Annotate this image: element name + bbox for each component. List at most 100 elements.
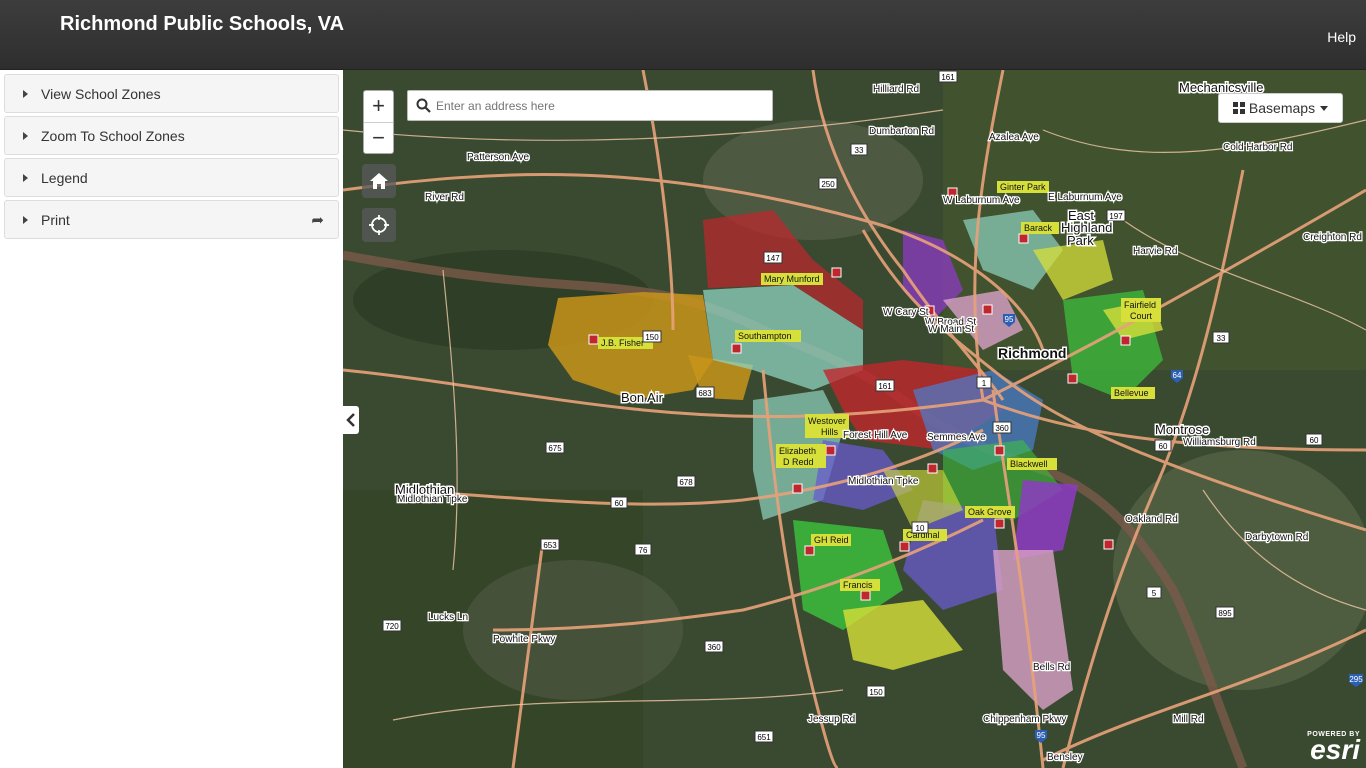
school-label-barack: Barack [1024, 223, 1053, 233]
svg-text:Patterson Ave: Patterson Ave [467, 152, 530, 163]
panel-legend[interactable]: Legend [4, 158, 339, 197]
svg-text:161: 161 [878, 382, 892, 391]
svg-text:150: 150 [869, 688, 883, 697]
svg-text:95: 95 [1005, 315, 1014, 324]
address-search-input[interactable] [436, 95, 766, 117]
svg-text:60: 60 [1310, 436, 1319, 445]
svg-text:295: 295 [1349, 675, 1363, 684]
panel-print[interactable]: Print ➦ [4, 200, 339, 239]
svg-text:Bon Air: Bon Air [621, 390, 664, 405]
svg-text:Hilliard Rd: Hilliard Rd [873, 84, 919, 95]
address-search [407, 90, 773, 121]
svg-text:Court: Court [1130, 311, 1153, 321]
svg-text:Bensley: Bensley [1047, 752, 1083, 763]
svg-text:651: 651 [757, 733, 771, 742]
panel-zoom-to-school-zones[interactable]: Zoom To School Zones [4, 116, 339, 155]
school-label-bellevue: Bellevue [1114, 388, 1149, 398]
svg-text:Azalea Ave: Azalea Ave [989, 132, 1039, 143]
svg-text:150: 150 [645, 333, 659, 342]
svg-text:Powhite Pkwy: Powhite Pkwy [493, 634, 555, 645]
svg-text:64: 64 [1173, 371, 1182, 380]
svg-text:Harvie Rd: Harvie Rd [1133, 246, 1177, 257]
map-view[interactable]: J.B. Fisher Southampton Mary Munford Wes… [343, 70, 1366, 768]
school-label-southampton: Southampton [738, 331, 792, 341]
school-label-fairfield-court: Fairfield [1124, 300, 1156, 310]
svg-text:147: 147 [766, 254, 780, 263]
svg-text:Dumbarton Rd: Dumbarton Rd [869, 126, 934, 137]
svg-text:E Laburnum Ave: E Laburnum Ave [1048, 192, 1122, 203]
svg-text:Cold Harbor Rd: Cold Harbor Rd [1223, 142, 1292, 153]
svg-text:76: 76 [639, 546, 648, 555]
svg-text:Bells Rd: Bells Rd [1033, 662, 1070, 673]
app-title: Richmond Public Schools, VA [60, 13, 345, 35]
home-button[interactable] [362, 164, 396, 198]
crosshair-icon [369, 215, 389, 235]
basemaps-label: Basemaps [1248, 100, 1316, 116]
svg-text:1: 1 [982, 379, 987, 388]
school-label-blackwell: Blackwell [1010, 459, 1048, 469]
caret-right-icon [23, 89, 28, 98]
app-header: Richmond Public Schools, VA Help [0, 0, 1366, 70]
school-label-jb-fisher: J.B. Fisher [601, 338, 644, 348]
svg-text:W Laburnum Ave: W Laburnum Ave [943, 195, 1020, 206]
school-label-francis: Francis [843, 580, 873, 590]
chevron-left-icon [346, 413, 355, 427]
collapse-sidebar-button[interactable] [343, 406, 359, 434]
esri-logo: esri [1310, 734, 1360, 765]
basemaps-button[interactable]: Basemaps [1218, 93, 1343, 123]
svg-text:Williamsburg Rd: Williamsburg Rd [1183, 437, 1256, 448]
svg-text:Darbytown Rd: Darbytown Rd [1245, 532, 1308, 543]
svg-text:Oakland Rd: Oakland Rd [1125, 514, 1178, 525]
svg-text:161: 161 [941, 73, 955, 82]
svg-text:W Cary St: W Cary St [883, 307, 929, 318]
svg-text:Mill Rd: Mill Rd [1173, 714, 1204, 725]
esri-attribution: POWERED BY esri [1307, 731, 1360, 765]
search-icon[interactable] [416, 98, 431, 113]
svg-text:60: 60 [615, 499, 624, 508]
locate-button[interactable] [362, 208, 396, 242]
svg-text:360: 360 [995, 424, 1009, 433]
svg-text:678: 678 [679, 478, 693, 487]
panel-view-school-zones[interactable]: View School Zones [4, 74, 339, 113]
svg-text:360: 360 [707, 643, 721, 652]
svg-text:653: 653 [543, 541, 557, 550]
map-basemap: J.B. Fisher Southampton Mary Munford Wes… [343, 70, 1366, 768]
school-label-westover-hills: Westover [808, 416, 846, 426]
school-label-gh-reid: GH Reid [814, 535, 849, 545]
help-link[interactable]: Help [1327, 29, 1356, 45]
svg-text:250: 250 [821, 180, 835, 189]
panel-label: Zoom To School Zones [41, 127, 185, 144]
svg-text:Midlothian Tpke: Midlothian Tpke [848, 476, 919, 487]
svg-text:Montrose: Montrose [1155, 422, 1209, 437]
city-label-richmond: Richmond [998, 345, 1066, 361]
svg-text:Park: Park [1067, 233, 1094, 248]
caret-right-icon [23, 215, 28, 224]
svg-text:Jessup Rd: Jessup Rd [808, 714, 855, 725]
caret-right-icon [23, 173, 28, 182]
svg-text:683: 683 [698, 389, 712, 398]
chevron-down-icon [1320, 105, 1329, 111]
panel-label: Legend [41, 169, 88, 186]
svg-text:720: 720 [385, 622, 399, 631]
svg-text:95: 95 [1037, 731, 1046, 740]
svg-text:Chippenham Pkwy: Chippenham Pkwy [983, 714, 1066, 725]
svg-text:33: 33 [1217, 334, 1226, 343]
zoom-control: + − [363, 90, 394, 154]
svg-text:Hills: Hills [821, 427, 838, 437]
svg-text:Forest Hill Ave: Forest Hill Ave [843, 430, 908, 441]
home-icon [370, 173, 388, 189]
zoom-out-button[interactable]: − [364, 122, 393, 153]
school-label-oak-grove: Oak Grove [968, 507, 1012, 517]
svg-text:675: 675 [548, 444, 562, 453]
sidebar: View School Zones Zoom To School Zones L… [0, 70, 343, 768]
school-label-mary-munford: Mary Munford [764, 274, 820, 284]
svg-text:5: 5 [1152, 589, 1157, 598]
svg-text:Semmes Ave: Semmes Ave [927, 432, 986, 443]
zoom-in-button[interactable]: + [364, 91, 393, 122]
share-arrow-icon[interactable]: ➦ [311, 211, 324, 229]
caret-right-icon [23, 131, 28, 140]
school-label-ginter-park: Ginter Park [1000, 182, 1046, 192]
grid-icon [1232, 102, 1245, 114]
svg-text:W Main St: W Main St [928, 324, 974, 335]
svg-text:33: 33 [855, 146, 864, 155]
